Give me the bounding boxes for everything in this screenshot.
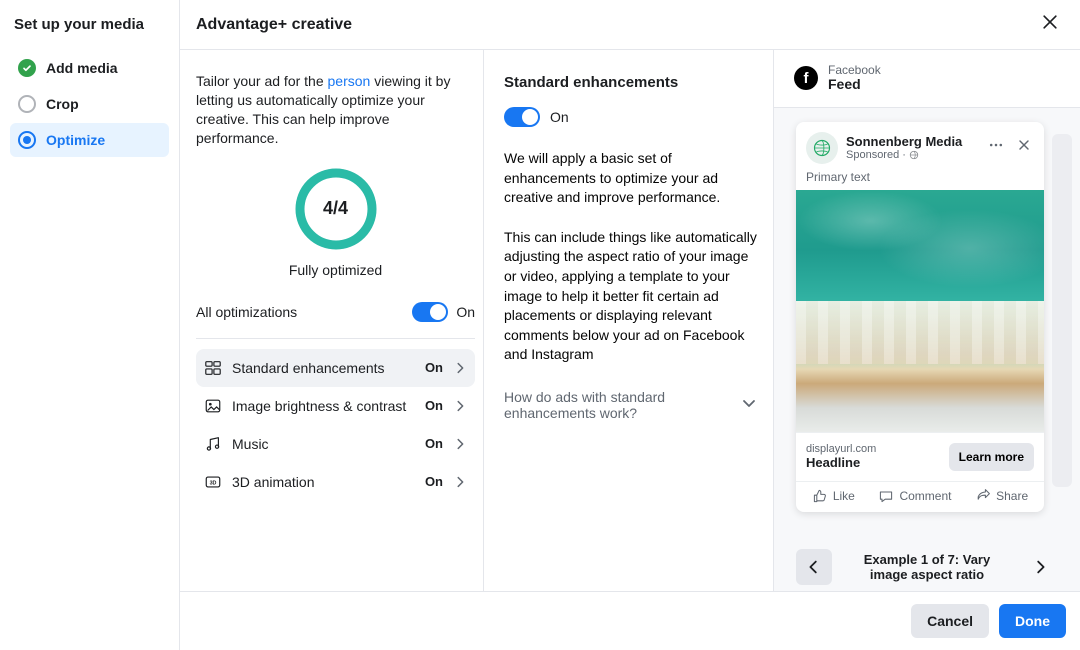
header: Advantage+ creative	[180, 0, 1080, 50]
accordion-label: How do ads with standard enhancements wo…	[504, 389, 741, 421]
3d-icon: 3D	[204, 473, 222, 491]
opt-music[interactable]: Music On	[196, 425, 475, 463]
tailor-text: Tailor your ad for the person viewing it…	[196, 72, 475, 148]
music-icon	[204, 435, 222, 453]
grid-icon	[204, 359, 222, 377]
done-button[interactable]: Done	[999, 604, 1066, 638]
standard-state: On	[550, 109, 569, 125]
ad-image	[796, 190, 1044, 432]
close-icon[interactable]	[1040, 12, 1060, 37]
chevron-right-icon	[453, 475, 467, 489]
like-button[interactable]: Like	[812, 488, 855, 504]
check-icon	[18, 59, 36, 77]
progress-ring: 4/4	[293, 166, 379, 252]
sponsored-label: Sponsored	[846, 149, 899, 161]
opt-standard-enhancements[interactable]: Standard enhancements On	[196, 349, 475, 387]
opt-label: Standard enhancements	[232, 360, 415, 376]
more-icon[interactable]	[986, 135, 1006, 160]
optimize-panel: Tailor your ad for the person viewing it…	[180, 50, 484, 591]
chevron-right-icon	[453, 361, 467, 375]
opt-state: On	[425, 360, 443, 375]
globe-icon	[909, 150, 919, 160]
half-circle-icon	[18, 131, 36, 149]
person-link[interactable]: person	[328, 73, 371, 89]
card-stack-hint	[1052, 134, 1072, 487]
opt-label: Music	[232, 436, 415, 452]
example-label: Example 1 of 7: Vary image aspect ratio	[844, 552, 1010, 582]
advertiser-name: Sonnenberg Media	[846, 134, 978, 149]
ring-label: 4/4	[293, 166, 379, 252]
how-it-works-accordion[interactable]: How do ads with standard enhancements wo…	[504, 385, 757, 425]
opt-state: On	[425, 474, 443, 489]
opt-label: 3D animation	[232, 474, 415, 490]
opt-state: On	[425, 436, 443, 451]
cancel-button[interactable]: Cancel	[911, 604, 989, 638]
primary-text: Primary text	[796, 170, 1044, 190]
preview-close-icon[interactable]	[1014, 135, 1034, 160]
all-opt-label: All optimizations	[196, 304, 297, 320]
preview-panel: f Facebook Feed Sonnenberg Media Sponso	[774, 50, 1080, 591]
image-icon	[204, 397, 222, 415]
circle-icon	[18, 95, 36, 113]
all-opt-toggle[interactable]	[412, 302, 448, 322]
step-add-media[interactable]: Add media	[10, 51, 169, 85]
step-optimize[interactable]: Optimize	[10, 123, 169, 157]
cta-button[interactable]: Learn more	[949, 443, 1034, 471]
opt-brightness-contrast[interactable]: Image brightness & contrast On	[196, 387, 475, 425]
detail-panel: Standard enhancements On We will apply a…	[484, 50, 774, 591]
detail-title: Standard enhancements	[504, 74, 757, 91]
standard-toggle[interactable]	[504, 107, 540, 127]
facebook-icon: f	[794, 66, 818, 90]
chevron-right-icon	[453, 399, 467, 413]
placement-selector[interactable]: f Facebook Feed	[774, 50, 1080, 108]
opt-3d-animation[interactable]: 3D 3D animation On	[196, 463, 475, 501]
detail-p1: We will apply a basic set of enhancement…	[504, 149, 757, 208]
chevron-down-icon	[741, 395, 757, 414]
ad-preview-card: Sonnenberg Media Sponsored· Primary text…	[796, 122, 1044, 512]
page-title: Advantage+ creative	[196, 16, 352, 34]
step-label: Crop	[46, 96, 79, 112]
step-crop[interactable]: Crop	[10, 87, 169, 121]
fully-optimized-label: Fully optimized	[196, 262, 475, 278]
share-button[interactable]: Share	[975, 488, 1028, 504]
all-opt-state: On	[456, 304, 475, 320]
opt-state: On	[425, 398, 443, 413]
avatar	[806, 132, 838, 164]
sidebar: Set up your media Add media Crop Optimiz…	[0, 0, 180, 650]
detail-p2: This can include things like automatical…	[504, 228, 757, 365]
svg-text:3D: 3D	[210, 480, 217, 486]
headline: Headline	[806, 455, 876, 470]
comment-button[interactable]: Comment	[878, 488, 951, 504]
step-label: Add media	[46, 60, 118, 76]
footer: Cancel Done	[180, 591, 1080, 650]
placement-value: Feed	[828, 77, 881, 92]
display-url: displayurl.com	[806, 443, 876, 455]
step-label: Optimize	[46, 132, 105, 148]
prev-example-button[interactable]	[796, 549, 832, 585]
opt-label: Image brightness & contrast	[232, 398, 415, 414]
chevron-right-icon	[453, 437, 467, 451]
next-example-button[interactable]	[1022, 549, 1058, 585]
sidebar-title: Set up your media	[10, 16, 169, 33]
